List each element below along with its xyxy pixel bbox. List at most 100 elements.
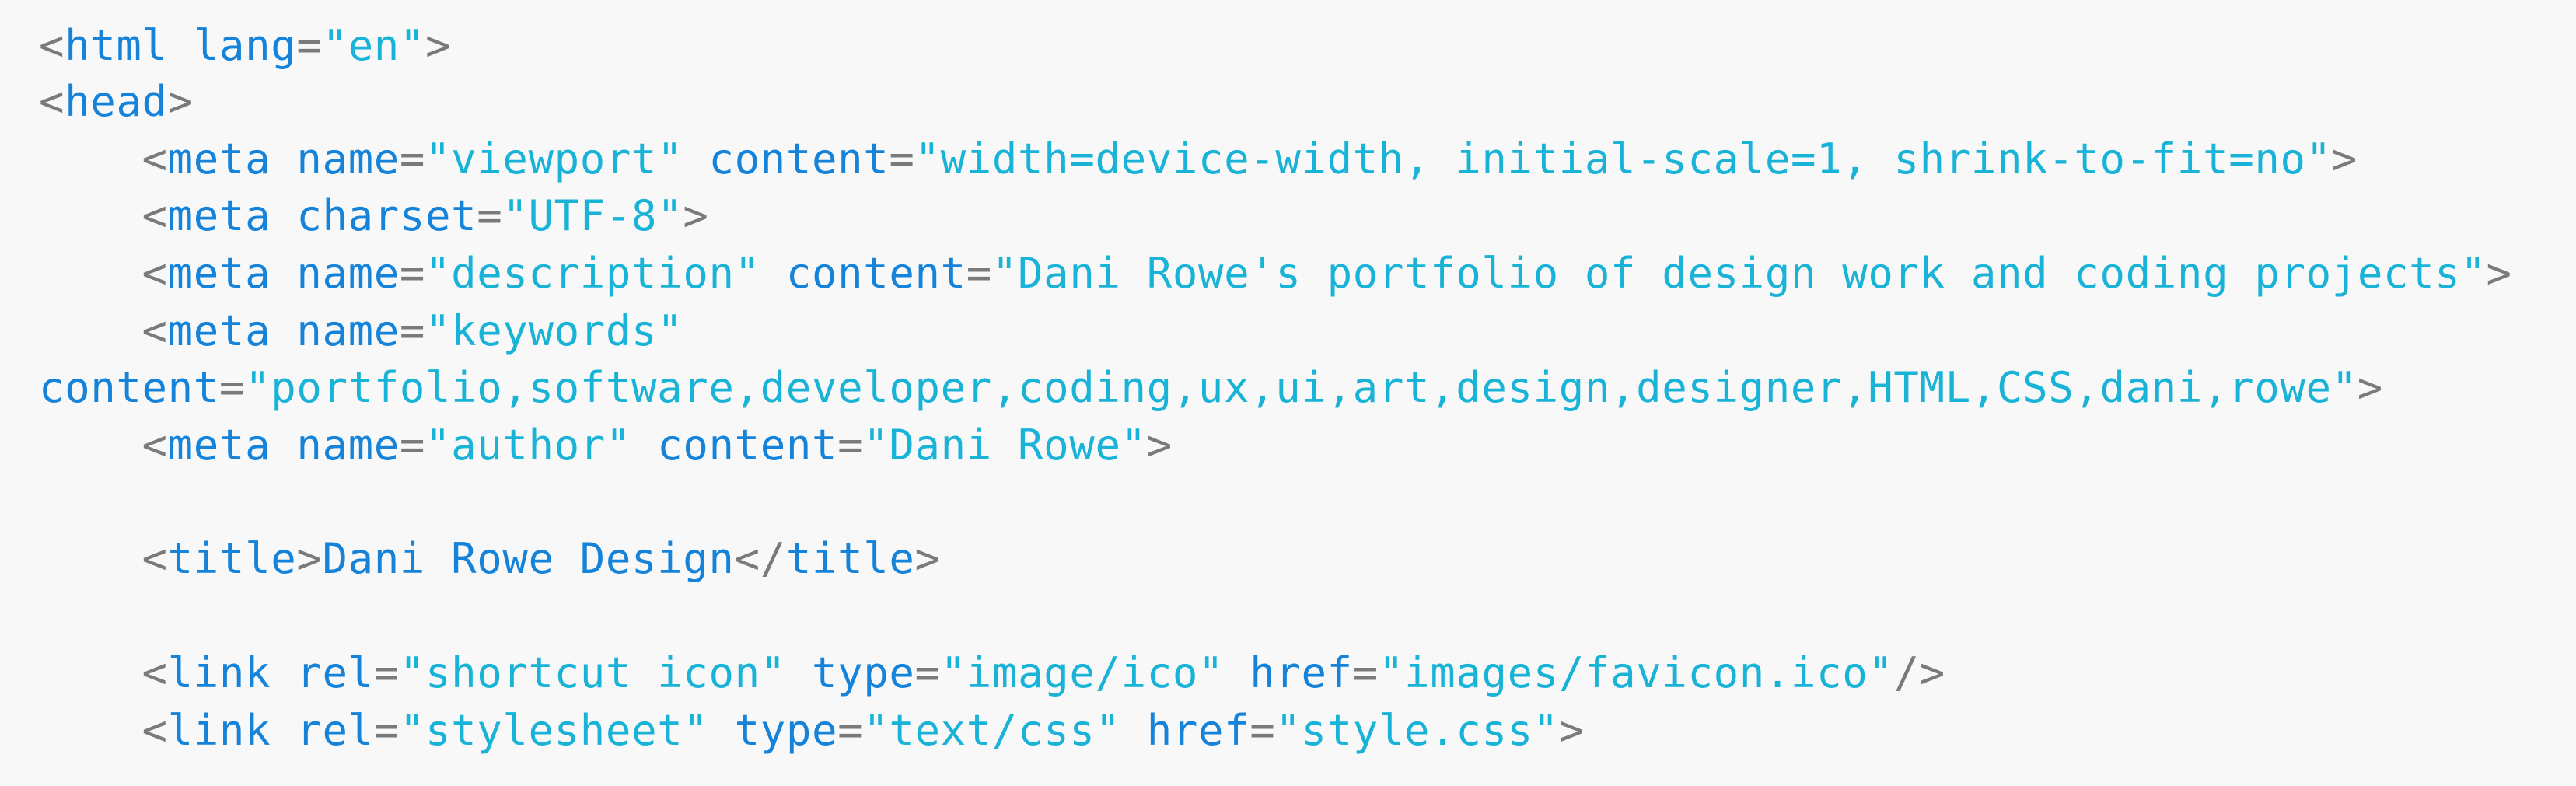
punctuation-token: = [837,706,864,755]
punctuation-token: < [142,534,168,583]
tag-name-token: meta [167,249,271,298]
attribute-value-token: "stylesheet" [399,706,709,755]
attribute-value-token: "text/css" [863,706,1121,755]
attribute-value-token: "width=device-width, initial-scale=1, sh… [914,134,2332,183]
punctuation-token: = [373,648,400,697]
attribute-name-token: name [296,134,400,183]
attribute-name-token: name [296,249,400,298]
code-line: content="portfolio,software,developer,co… [39,359,2383,417]
punctuation-token: /> [1893,648,1945,697]
punctuation-token [168,21,194,70]
punctuation-token: > [914,534,941,583]
punctuation-token [760,249,786,298]
punctuation-token: > [2486,249,2512,298]
code-line: <html lang="en"> [39,17,451,75]
tag-name-token: meta [167,134,271,183]
punctuation-token [271,421,296,470]
code-line: <meta name="keywords" [39,302,683,360]
code-line: <meta name="viewport" content="width=dev… [39,131,2358,188]
punctuation-token [708,706,734,755]
tag-name-token: title [785,534,915,583]
punctuation-token [271,249,296,298]
punctuation-token: = [373,706,400,755]
attribute-name-token: rel [296,648,374,697]
attribute-name-token: href [1146,706,1250,755]
code-line: <head> [39,73,194,131]
attribute-name-token: content [39,363,219,412]
attribute-name-token: content [657,421,838,470]
punctuation-token: < [142,421,168,470]
code-line: <meta name="description" content="Dani R… [39,245,2512,302]
tag-name-token: meta [167,306,271,355]
punctuation-token: = [218,363,246,412]
attribute-name-token: type [812,648,915,697]
punctuation-token [1121,706,1147,755]
punctuation-token: > [1558,706,1585,755]
punctuation-token: = [399,134,426,183]
punctuation-token: = [837,421,864,470]
indentation [39,534,142,583]
punctuation-token: > [1146,421,1173,470]
punctuation-token: > [683,191,709,240]
attribute-value-token: "image/ico" [940,648,1225,697]
attribute-value-token: "Dani Rowe" [863,421,1147,470]
indentation [39,134,142,183]
punctuation-token [271,648,296,697]
punctuation-token: > [2331,134,2358,183]
punctuation-token: < [142,706,168,755]
punctuation-token: = [399,421,426,470]
attribute-value-token: "Dani Rowe's portfolio of design work an… [991,249,2487,298]
punctuation-token [1224,648,1250,697]
attribute-value-token: "keywords" [425,306,683,355]
punctuation-token: = [914,648,941,697]
punctuation-token [271,706,296,755]
punctuation-token: > [296,534,323,583]
punctuation-token [271,306,296,355]
tag-name-token: title [167,534,297,583]
attribute-name-token: name [296,306,400,355]
punctuation-token: = [1352,648,1379,697]
attribute-name-token: charset [296,191,477,240]
tag-name-token: link [167,706,271,755]
punctuation-token [683,134,708,183]
punctuation-token: < [39,21,65,70]
punctuation-token: = [477,191,503,240]
punctuation-token: = [966,249,992,298]
tag-name-token: link [167,648,271,697]
attribute-name-token: lang [193,21,297,70]
punctuation-token: = [399,249,426,298]
attribute-value-token: "en" [322,21,426,70]
tag-name-token: meta [167,191,271,240]
indentation [39,706,142,755]
punctuation-token: </ [734,534,786,583]
code-editor[interactable]: <html lang="en"> <head> <meta name="viewp… [0,0,2576,786]
text-content-token: Dani Rowe Design [322,534,735,583]
tag-name-token: html [65,21,168,70]
punctuation-token: < [142,249,168,298]
punctuation-token: < [142,648,168,697]
code-line: <link rel="stylesheet" type="text/css" h… [39,702,1585,760]
attribute-value-token: "style.css" [1275,706,1559,755]
attribute-value-token: "author" [425,421,632,470]
punctuation-token: < [142,191,168,240]
punctuation-token [271,134,296,183]
code-line: <title>Dani Rowe Design</title> [39,530,941,588]
indentation [39,306,142,355]
punctuation-token: > [425,21,452,70]
punctuation-token: = [889,134,915,183]
indentation [39,191,142,240]
attribute-name-token: type [734,706,838,755]
code-line: <link rel="shortcut icon" type="image/ic… [39,645,1945,702]
tag-name-token: meta [167,421,271,470]
attribute-name-token: href [1250,648,1353,697]
indentation [39,249,142,298]
attribute-value-token: "images/favicon.ico" [1378,648,1894,697]
attribute-value-token: "shortcut icon" [399,648,786,697]
indentation [39,648,142,697]
attribute-name-token: content [785,249,966,298]
attribute-value-token: "viewport" [425,134,683,183]
code-line: <meta name="author" content="Dani Rowe"> [39,417,1173,474]
attribute-value-token: "description" [425,249,760,298]
attribute-name-token: name [296,421,400,470]
attribute-name-token: content [708,134,890,183]
